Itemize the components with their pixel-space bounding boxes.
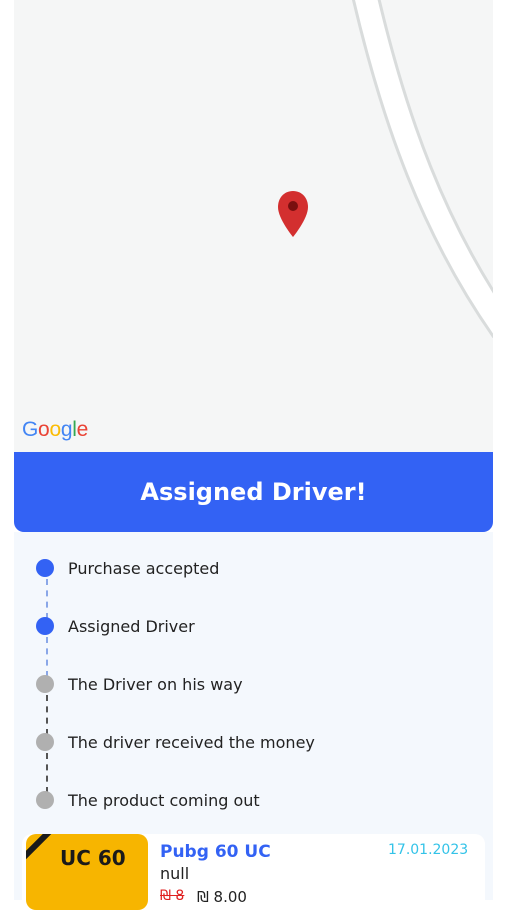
status-banner: Assigned Driver! [14, 452, 493, 532]
step-label: The driver received the money [68, 732, 315, 752]
google-logo-letter: o [38, 418, 50, 441]
order-date: 17.01.2023 [388, 842, 469, 858]
step-connector [46, 695, 48, 735]
step-driver-received-money: The driver received the money [36, 732, 315, 752]
step-indicator-icon [36, 675, 54, 693]
step-driver-on-way: The Driver on his way [36, 674, 243, 694]
product-name: Pubg 60 UC [160, 842, 271, 862]
step-assigned-driver: Assigned Driver [36, 616, 195, 636]
step-connector [46, 579, 48, 619]
step-label: Purchase accepted [68, 558, 220, 578]
step-indicator-icon [36, 733, 54, 751]
step-indicator-icon [36, 791, 54, 809]
order-card[interactable]: UC 60 Pubg 60 UC null ₪ 8 ₪ 8.00 17.01.2… [22, 834, 485, 914]
google-logo-letter: g [60, 418, 73, 441]
product-thumbnail: UC 60 [26, 834, 148, 910]
thumb-label: UC 60 [60, 846, 126, 870]
map-roads [351, 0, 493, 339]
step-product-coming-out: The product coming out [36, 790, 260, 810]
product-subtitle: null [160, 864, 190, 883]
price-new: ₪ 8.00 [197, 888, 247, 906]
status-title: Assigned Driver! [140, 478, 367, 506]
google-logo: Google [22, 418, 88, 442]
step-label: Assigned Driver [68, 616, 195, 636]
thumb-stripe [26, 834, 55, 860]
google-logo-letter: G [22, 418, 39, 441]
step-indicator-icon [36, 559, 54, 577]
location-pin-icon [278, 191, 308, 237]
step-label: The product coming out [68, 790, 260, 810]
step-connector [46, 753, 48, 793]
google-logo-letter: e [76, 418, 89, 441]
step-label: The Driver on his way [68, 674, 243, 694]
step-connector [46, 637, 48, 677]
step-indicator-icon [36, 617, 54, 635]
map-view[interactable]: Google [14, 0, 493, 452]
google-logo-letter: o [49, 418, 61, 441]
price-old: ₪ 8 [160, 888, 185, 904]
step-purchase-accepted: Purchase accepted [36, 558, 219, 578]
